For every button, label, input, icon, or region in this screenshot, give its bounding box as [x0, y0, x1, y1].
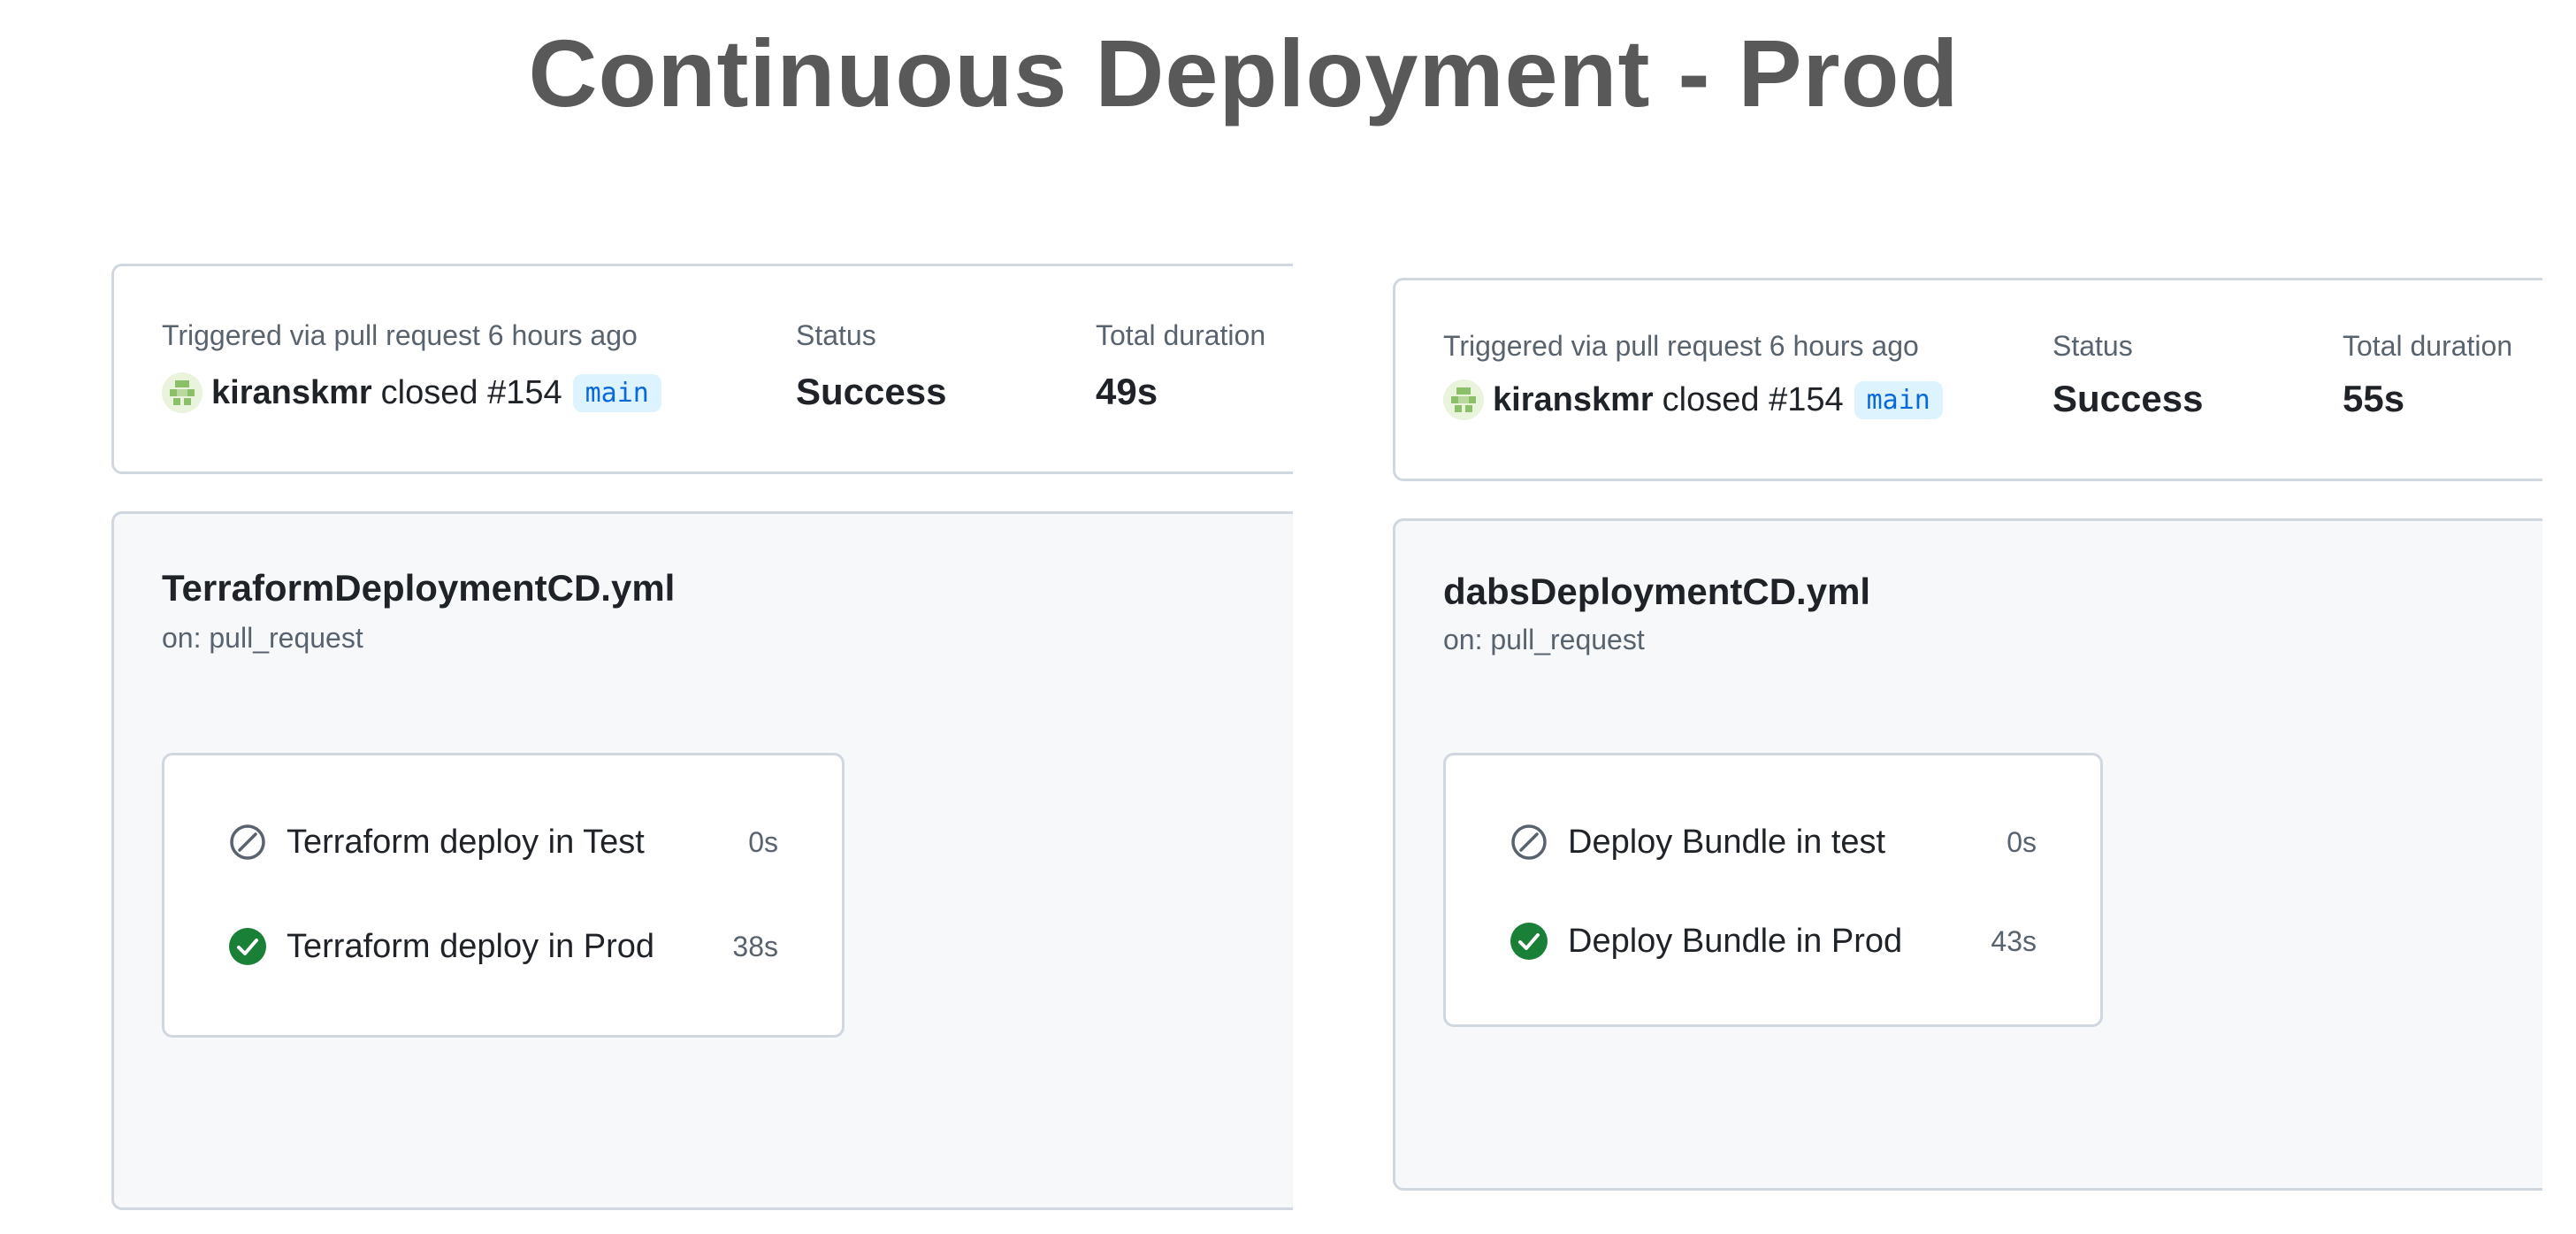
job-item[interactable]: Terraform deploy in Test 0s — [228, 816, 778, 869]
status-label: Status — [796, 319, 876, 351]
page: Continuous Deployment - Prod Triggered v… — [0, 0, 2576, 1234]
duration-value: 55s — [2343, 378, 2405, 419]
workflow-graph: TerraformDeploymentCD.yml on: pull_reque… — [111, 511, 1293, 1210]
branch-badge[interactable]: main — [572, 373, 661, 412]
skipped-icon — [230, 824, 265, 860]
job-duration: 0s — [748, 825, 778, 858]
avatar[interactable] — [162, 372, 203, 413]
duration-label: Total duration — [1096, 319, 1266, 351]
status-label: Status — [2052, 330, 2133, 362]
job-list: Deploy Bundle in test 0s Deploy Bundle i… — [1443, 753, 2103, 1027]
trigger-label: Triggered via pull request 6 hours ago — [162, 319, 638, 351]
workflow-file-name[interactable]: dabsDeploymentCD.yml — [1443, 571, 1870, 613]
identicon-icon — [1451, 387, 1476, 412]
page-title: Continuous Deployment - Prod — [528, 19, 1960, 126]
job-duration: 38s — [732, 930, 778, 962]
workflow-trigger: on: pull_request — [162, 622, 363, 654]
duration-value: 49s — [1096, 371, 1158, 412]
trigger-actor: kiranskmr closed #154 main — [1443, 379, 1943, 420]
job-name: Deploy Bundle in test — [1568, 823, 1886, 861]
job-duration: 0s — [2007, 825, 2037, 858]
check-circle-icon — [229, 928, 266, 965]
trigger-action[interactable]: closed #154 — [1663, 381, 1844, 419]
trigger-action[interactable]: closed #154 — [381, 374, 562, 412]
job-name: Deploy Bundle in Prod — [1568, 922, 1903, 960]
workflow-file-name[interactable]: TerraformDeploymentCD.yml — [162, 567, 675, 609]
trigger-label: Triggered via pull request 6 hours ago — [1443, 330, 1919, 362]
workflow-graph: dabsDeploymentCD.yml on: pull_request De… — [1393, 518, 2542, 1191]
run-panel-dabs: Triggered via pull request 6 hours ago k… — [1393, 278, 2542, 1193]
status-value: Success — [2052, 378, 2204, 419]
job-item[interactable]: Deploy Bundle in test 0s — [1510, 816, 2037, 869]
check-circle-icon — [1510, 923, 1548, 960]
branch-badge[interactable]: main — [1854, 380, 1943, 419]
job-duration: 43s — [1991, 924, 2037, 957]
workflow-trigger: on: pull_request — [1443, 624, 1645, 655]
identicon-icon — [170, 380, 195, 405]
job-name: Terraform deploy in Prod — [287, 927, 655, 965]
trigger-actor: kiranskmr closed #154 main — [162, 372, 661, 413]
actor-link[interactable]: kiranskmr — [1493, 381, 1654, 419]
skipped-icon — [1511, 824, 1547, 860]
actor-link[interactable]: kiranskmr — [211, 374, 372, 412]
run-panel-terraform: Triggered via pull request 6 hours ago k… — [111, 264, 1293, 1212]
duration-label: Total duration — [2343, 330, 2513, 362]
job-list: Terraform deploy in Test 0s Terraform de… — [162, 753, 845, 1038]
run-summary: Triggered via pull request 6 hours ago k… — [1393, 278, 2542, 481]
job-item[interactable]: Deploy Bundle in Prod 43s — [1510, 915, 2037, 968]
job-item[interactable]: Terraform deploy in Prod 38s — [228, 920, 778, 973]
status-value: Success — [796, 371, 947, 412]
avatar[interactable] — [1443, 379, 1484, 420]
run-summary: Triggered via pull request 6 hours ago k… — [111, 264, 1293, 474]
job-name: Terraform deploy in Test — [287, 823, 645, 861]
